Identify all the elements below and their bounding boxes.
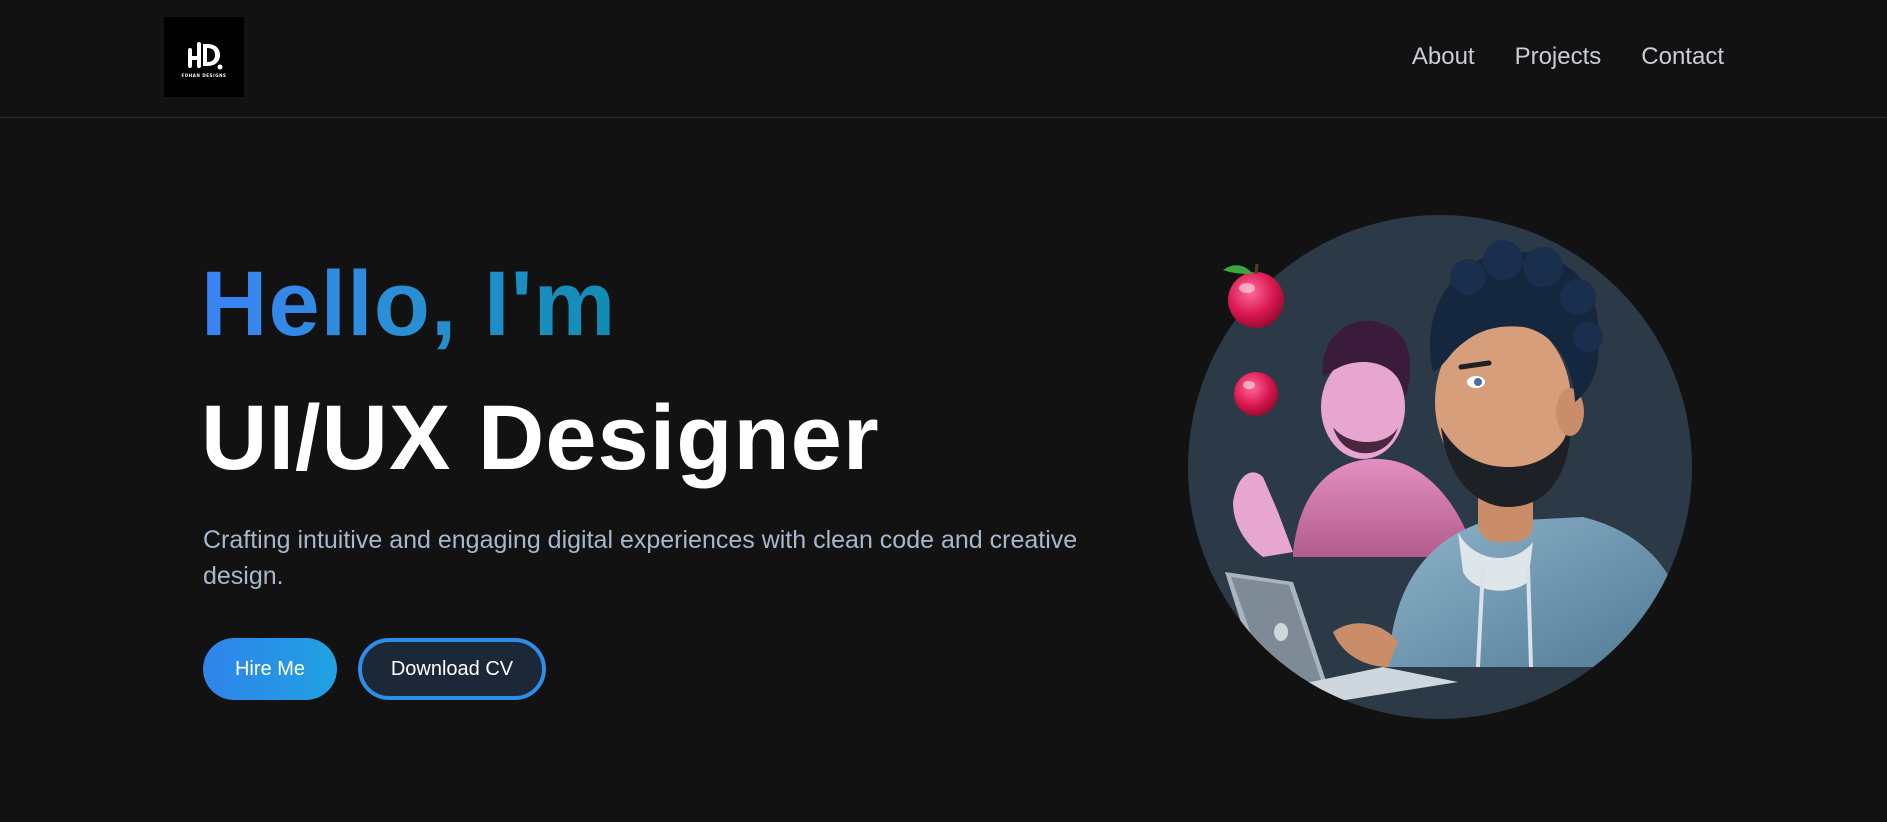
hero-role-title: UI/UX Designer xyxy=(201,387,880,489)
apple-bottom xyxy=(1234,372,1278,416)
nav-link-projects[interactable]: Projects xyxy=(1515,40,1602,74)
download-cv-button[interactable]: Download CV xyxy=(358,638,546,700)
hire-me-button[interactable]: Hire Me xyxy=(203,638,337,700)
site-logo[interactable]: FOHAN DESIGNS xyxy=(164,17,244,97)
designer-avatar-illustration xyxy=(1188,215,1692,719)
logo-monogram-icon xyxy=(188,42,223,70)
hero-actions: Hire Me Download CV xyxy=(203,638,546,700)
nav-link-contact[interactable]: Contact xyxy=(1641,40,1724,74)
top-navbar: FOHAN DESIGNS About Projects Contact xyxy=(0,0,1887,118)
nav-link-about[interactable]: About xyxy=(1412,40,1475,74)
hero-greeting: Hello, I'm xyxy=(201,253,617,355)
portfolio-page: FOHAN DESIGNS About Projects Contact Hel… xyxy=(0,0,1887,822)
logo-subtitle: FOHAN DESIGNS xyxy=(181,73,227,78)
apple-top xyxy=(1223,263,1284,328)
hero-tagline: Crafting intuitive and engaging digital … xyxy=(203,526,1078,590)
main-nav: About Projects Contact xyxy=(1412,40,1724,74)
